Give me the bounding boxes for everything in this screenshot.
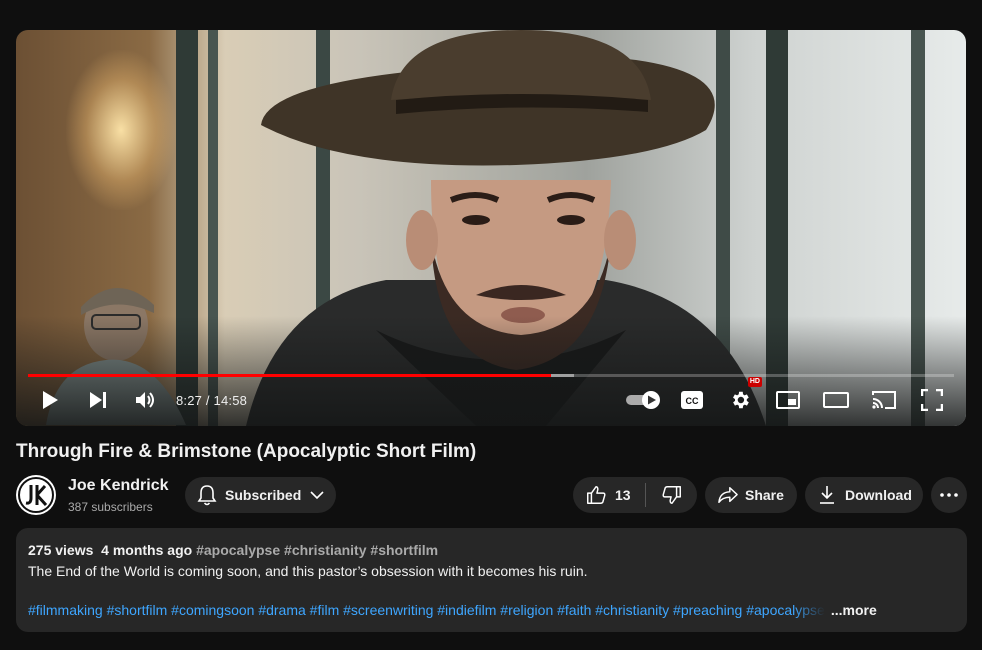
thumbs-down-icon xyxy=(661,486,681,504)
fullscreen-icon xyxy=(921,389,943,411)
video-frame[interactable] xyxy=(16,30,966,426)
dislike-button[interactable] xyxy=(646,477,697,513)
share-button[interactable]: Share xyxy=(705,477,797,513)
cast-icon xyxy=(872,391,896,409)
more-actions-button[interactable] xyxy=(931,477,967,513)
like-count: 13 xyxy=(615,487,631,503)
subscribed-label: Subscribed xyxy=(225,487,302,503)
channel-logo-icon xyxy=(18,477,54,513)
autoplay-toggle[interactable] xyxy=(622,380,666,420)
volume-button[interactable] xyxy=(126,380,166,420)
fullscreen-button[interactable] xyxy=(912,380,952,420)
player-controls: 8:27 / 14:58 CC HD xyxy=(16,374,966,426)
show-more-link[interactable]: ...more xyxy=(831,602,877,618)
download-label: Download xyxy=(845,487,912,503)
description-meta: 275 views 4 months ago #apocalypse #chri… xyxy=(28,542,955,558)
bell-icon xyxy=(197,485,217,506)
theater-button[interactable] xyxy=(816,380,856,420)
volume-icon xyxy=(136,392,154,408)
description-text: The End of the World is coming soon, and… xyxy=(28,563,588,579)
gear-icon xyxy=(733,391,749,409)
settings-button[interactable]: HD xyxy=(720,377,762,420)
view-count: 275 views xyxy=(28,542,94,558)
video-player[interactable]: 8:27 / 14:58 CC HD xyxy=(16,30,966,426)
hashtag-line: #filmmaking #shortfilm #comingsoon #dram… xyxy=(28,602,953,618)
theater-icon xyxy=(823,392,849,408)
like-button[interactable]: 13 xyxy=(573,477,645,513)
next-button[interactable] xyxy=(78,380,118,420)
share-arrow-icon xyxy=(718,487,738,503)
watch-page: 8:27 / 14:58 CC HD Through Fire & Brimst… xyxy=(0,0,982,650)
captions-button[interactable]: CC xyxy=(672,380,712,420)
header-tag[interactable]: #shortfilm xyxy=(370,542,438,558)
download-button[interactable]: Download xyxy=(805,477,923,513)
time-display: 8:27 / 14:58 xyxy=(176,392,248,408)
upload-age: 4 months ago xyxy=(101,542,193,558)
download-icon xyxy=(820,486,834,504)
description-box[interactable]: 275 views 4 months ago #apocalypse #chri… xyxy=(16,528,967,632)
channel-avatar[interactable] xyxy=(16,475,56,515)
channel-row: Joe Kendrick 387 subscribers Subscribed … xyxy=(16,474,967,515)
more-horizontal-icon xyxy=(940,493,958,497)
header-tag[interactable]: #apocalypse xyxy=(196,542,280,558)
svg-text:CC: CC xyxy=(686,396,699,406)
video-title: Through Fire & Brimstone (Apocalyptic Sh… xyxy=(16,441,477,462)
lamp-glow xyxy=(66,50,176,210)
captions-icon: CC xyxy=(681,391,703,409)
next-icon xyxy=(90,392,106,408)
share-label: Share xyxy=(745,487,784,503)
autoplay-toggle-icon xyxy=(626,391,660,409)
like-dislike-group: 13 xyxy=(573,477,697,513)
header-tag[interactable]: #christianity xyxy=(284,542,366,558)
hd-badge: HD xyxy=(747,377,762,387)
subscribed-button[interactable]: Subscribed xyxy=(185,477,336,513)
chevron-down-icon xyxy=(310,491,324,500)
thumbs-up-icon xyxy=(587,486,606,504)
play-icon xyxy=(43,391,58,409)
cast-button[interactable] xyxy=(864,380,904,420)
play-button[interactable] xyxy=(30,380,70,420)
channel-name[interactable]: Joe Kendrick xyxy=(68,477,168,495)
subscriber-count: 387 subscribers xyxy=(68,500,153,514)
miniplayer-icon xyxy=(776,391,800,409)
hashtag-links[interactable]: #filmmaking #shortfilm #comingsoon #dram… xyxy=(28,602,825,618)
miniplayer-button[interactable] xyxy=(768,380,808,420)
